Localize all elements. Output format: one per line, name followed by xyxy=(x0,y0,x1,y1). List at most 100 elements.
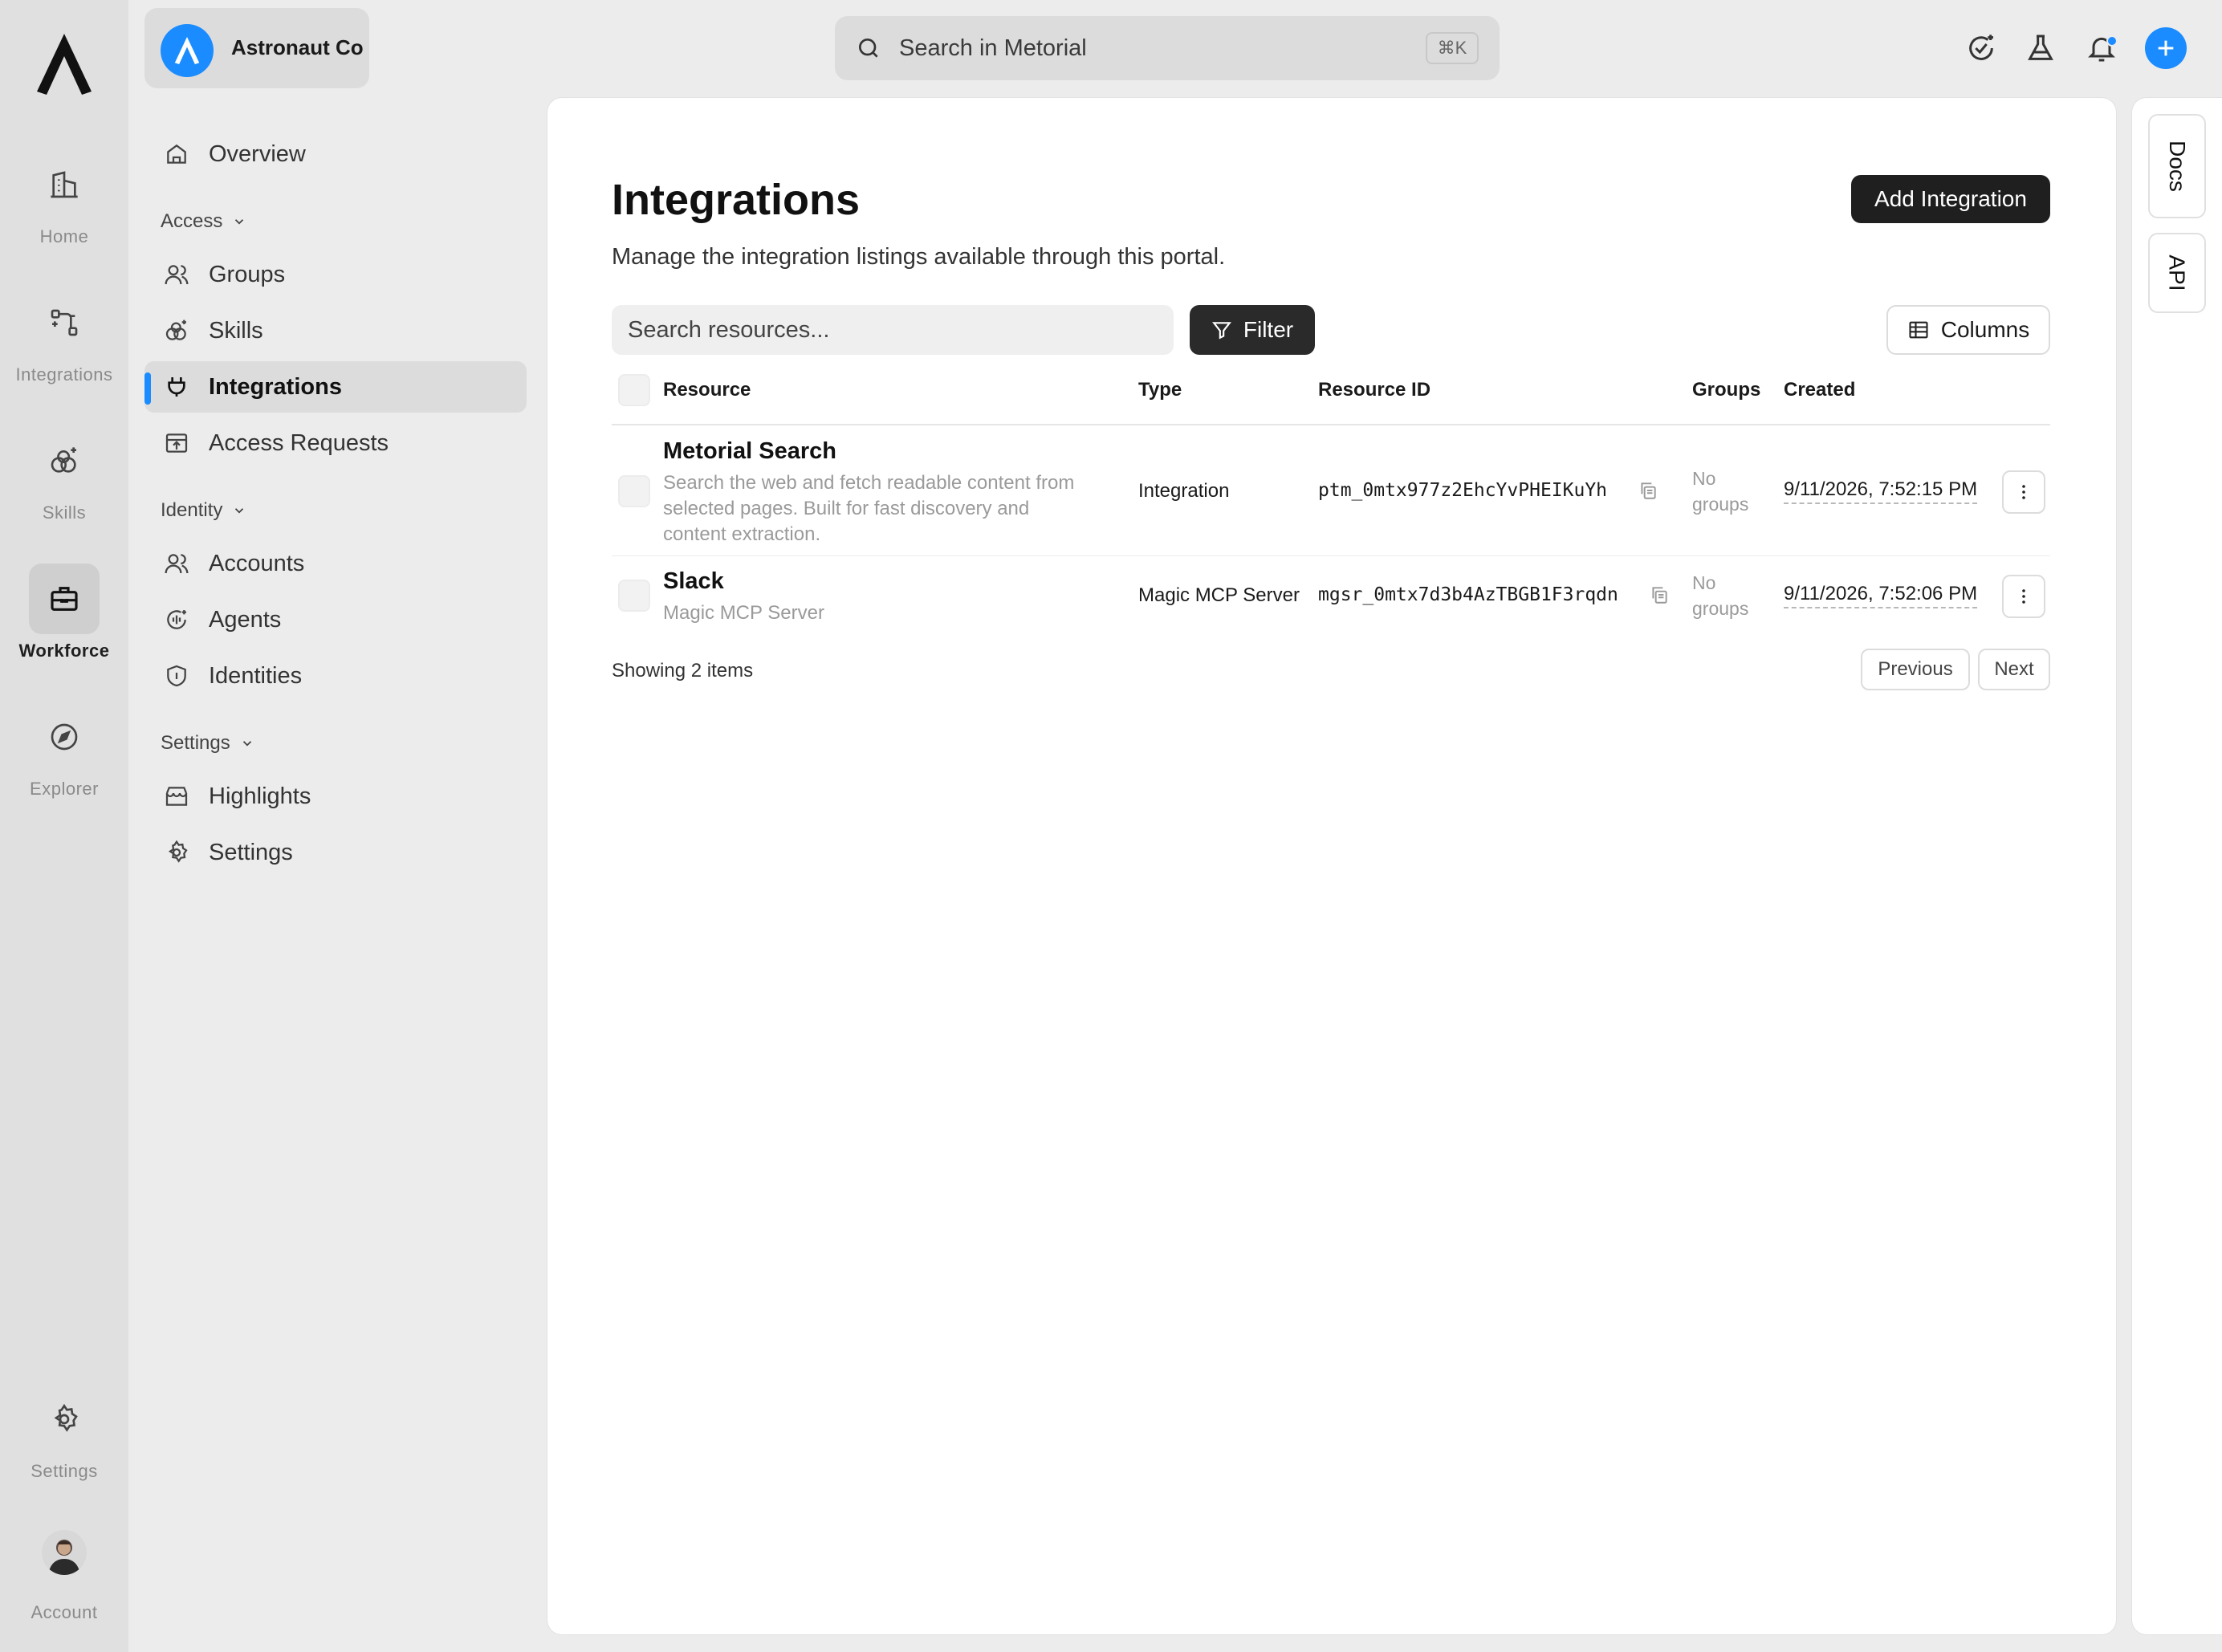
add-integration-button[interactable]: Add Integration xyxy=(1851,175,2050,223)
header-groups[interactable]: Groups xyxy=(1692,379,1760,401)
briefcase-icon xyxy=(29,564,100,634)
resource-title[interactable]: Slack xyxy=(663,568,724,595)
sidebar-item-access-requests[interactable]: Access Requests xyxy=(144,417,527,469)
docs-button[interactable]: Docs xyxy=(2148,114,2206,218)
sidebar-item-label: Access Requests xyxy=(209,430,389,456)
api-button[interactable]: API xyxy=(2148,233,2206,313)
rail-explorer[interactable]: Explorer xyxy=(0,702,128,814)
sidebar-item-accounts[interactable]: Accounts xyxy=(144,538,527,589)
home-icon xyxy=(164,141,189,167)
header-resource[interactable]: Resource xyxy=(663,379,751,401)
table-icon xyxy=(1909,321,1928,339)
active-indicator xyxy=(144,372,151,405)
rail-workforce[interactable]: Workforce xyxy=(0,564,128,676)
filter-label: Filter xyxy=(1243,317,1294,342)
page-title: Integrations xyxy=(612,176,861,224)
compass-icon xyxy=(29,702,100,772)
rail-label: Account xyxy=(31,1602,98,1622)
api-label: API xyxy=(2164,254,2190,291)
search-input[interactable] xyxy=(612,305,1174,355)
flask-icon[interactable] xyxy=(2025,32,2057,64)
groups-value: groups xyxy=(1692,494,1749,515)
plug-icon xyxy=(164,374,189,400)
resource-title[interactable]: Metorial Search xyxy=(663,438,836,465)
rail-integrations[interactable]: Integrations xyxy=(0,287,128,400)
row-checkbox[interactable] xyxy=(618,475,650,507)
resource-type: Magic MCP Server xyxy=(1138,584,1300,606)
columns-button[interactable]: Columns xyxy=(1886,305,2050,355)
copy-icon[interactable] xyxy=(1638,480,1658,501)
section-settings[interactable]: Settings xyxy=(161,732,254,755)
section-label: Access xyxy=(161,210,223,232)
rail-label: Workforce xyxy=(18,641,110,661)
header-type[interactable]: Type xyxy=(1138,379,1182,401)
chevron-down-icon xyxy=(242,741,251,747)
sidebar-item-highlights[interactable]: Highlights xyxy=(144,771,527,822)
groups-value: No xyxy=(1692,468,1716,489)
row-checkbox[interactable] xyxy=(618,580,650,612)
row-menu-button[interactable] xyxy=(2002,575,2045,618)
sidebar-item-groups[interactable]: Groups xyxy=(144,249,527,300)
row-divider xyxy=(612,555,2050,556)
global-search[interactable]: Search in Metorial ⌘K xyxy=(835,16,1500,80)
agent-icon xyxy=(164,607,189,633)
filter-icon xyxy=(1211,322,1231,340)
inbox-upload-icon xyxy=(164,430,189,456)
metorial-logo[interactable] xyxy=(34,31,95,98)
next-button[interactable]: Next xyxy=(1978,649,2050,690)
rail-skills[interactable]: Skills xyxy=(0,425,128,538)
plus-icon xyxy=(2158,40,2174,56)
resource-description: content extraction. xyxy=(663,523,821,545)
created-date: 9/11/2026, 7:52:15 PM xyxy=(1784,478,1978,504)
gear-icon xyxy=(164,840,189,865)
sidebar-item-settings[interactable]: Settings xyxy=(144,827,527,878)
create-button[interactable] xyxy=(2145,27,2187,69)
shortcut-badge: ⌘K xyxy=(1426,32,1479,64)
rail-settings[interactable]: Settings xyxy=(0,1384,128,1496)
rail-label: Home xyxy=(39,226,89,246)
section-access[interactable]: Access xyxy=(161,210,246,233)
groups-value: No xyxy=(1692,572,1716,593)
users-icon xyxy=(164,551,189,576)
previous-button[interactable]: Previous xyxy=(1861,649,1970,690)
select-all-checkbox[interactable] xyxy=(618,374,650,406)
header-divider xyxy=(612,424,2050,425)
users-icon xyxy=(164,262,189,287)
chevron-down-icon xyxy=(235,219,244,225)
storefront-icon xyxy=(164,783,189,809)
sidebar-item-skills[interactable]: Skills xyxy=(144,305,527,356)
resource-description: Magic MCP Server xyxy=(663,602,824,624)
sidebar-item-identities[interactable]: Identities xyxy=(144,650,527,702)
chat-sparkle-icon[interactable] xyxy=(1965,32,1997,64)
rail-account[interactable]: Account xyxy=(0,1525,128,1638)
sidebar-item-label: Overview xyxy=(209,141,306,167)
sidebar-item-integrations[interactable]: Integrations xyxy=(144,361,527,413)
search-label: Search in Metorial xyxy=(899,35,1087,61)
sidebar-item-label: Accounts xyxy=(209,551,305,576)
sidebar-item-agents[interactable]: Agents xyxy=(144,594,527,645)
header-created[interactable]: Created xyxy=(1784,379,1855,401)
shield-icon xyxy=(164,663,189,689)
rail-label: Explorer xyxy=(30,779,99,799)
sidebar-item-label: Skills xyxy=(209,318,263,344)
header-resource-id[interactable]: Resource ID xyxy=(1318,379,1430,401)
search-icon xyxy=(856,35,881,61)
org-switcher[interactable]: Astronaut Co xyxy=(144,8,369,88)
page-subtitle: Manage the integration listings availabl… xyxy=(612,244,1226,270)
docs-label: Docs xyxy=(2164,140,2190,192)
rail-home[interactable]: Home xyxy=(0,149,128,262)
sidebar-item-overview[interactable]: Overview xyxy=(144,128,527,180)
filter-button[interactable]: Filter xyxy=(1190,305,1315,355)
sidebar-item-label: Identities xyxy=(209,663,303,689)
org-name: Astronaut Co xyxy=(231,35,364,59)
sidebar-item-label: Integrations xyxy=(209,374,342,400)
row-menu-button[interactable] xyxy=(2002,470,2045,514)
section-identity[interactable]: Identity xyxy=(161,499,246,522)
resource-type: Integration xyxy=(1138,480,1230,502)
skills-icon xyxy=(29,425,100,496)
created-date: 9/11/2026, 7:52:06 PM xyxy=(1784,583,1978,608)
copy-icon[interactable] xyxy=(1649,584,1670,605)
resource-id: mgsr_0mtx7d3b4AzTBGB1F3rqdn xyxy=(1318,584,1618,605)
sidebar-item-label: Groups xyxy=(209,262,286,287)
chevron-down-icon xyxy=(235,508,244,514)
